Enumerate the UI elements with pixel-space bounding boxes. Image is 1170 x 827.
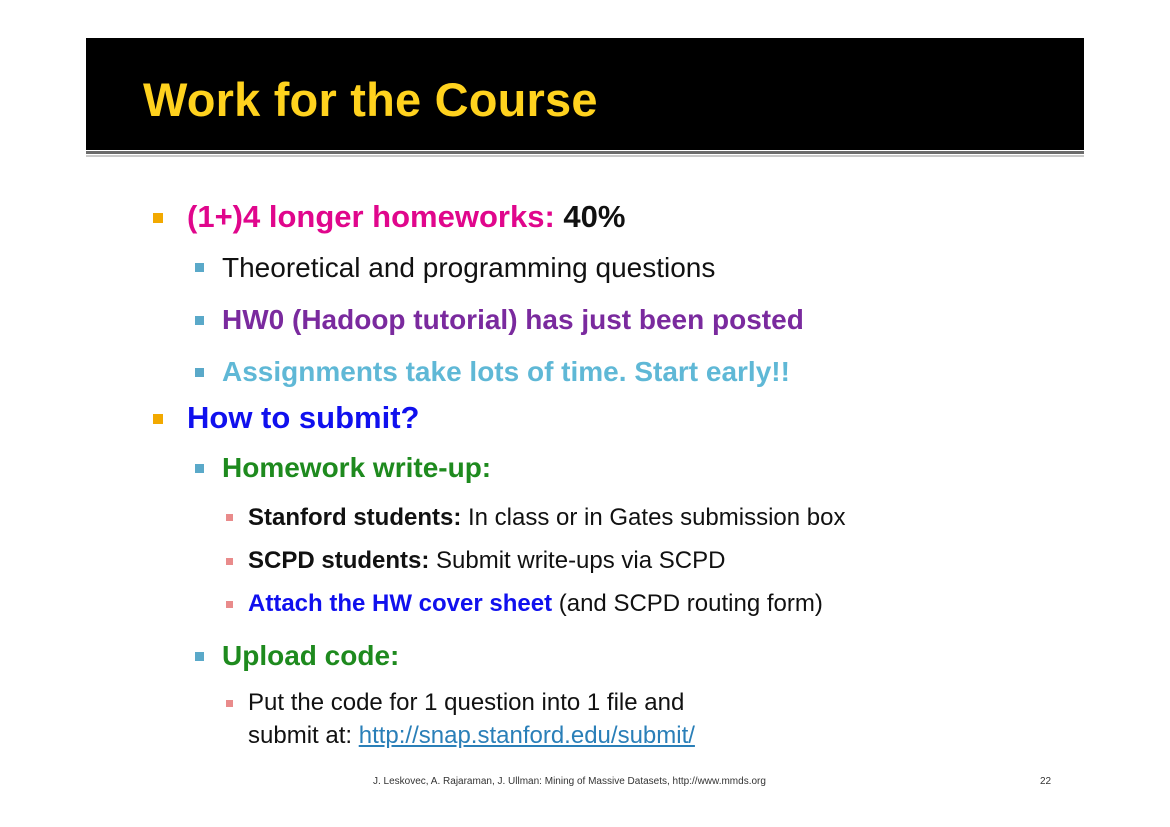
homeworks-label: (1+)4 longer homeworks: — [187, 199, 555, 234]
assignments-item: Assignments take lots of time. Start ear… — [222, 356, 790, 387]
attach-item: Attach the HW cover sheet (and SCPD rout… — [248, 590, 823, 618]
homeworks-weight: 40% — [563, 199, 626, 234]
stanford-item: Stanford students: In class or in Gates … — [248, 504, 846, 532]
homeworks-item: (1+)4 longer homeworks: 40% — [187, 199, 625, 235]
put-code-line1: Put the code for 1 question into 1 file … — [248, 689, 685, 716]
upload-item: Upload code: — [222, 640, 400, 671]
stanford-text: In class or in Gates submission box — [461, 504, 846, 531]
title-rule — [86, 151, 1084, 154]
bullet-square-icon — [226, 700, 233, 707]
attach-label: Attach the HW cover sheet — [248, 590, 553, 617]
bullet-square-icon — [153, 213, 163, 223]
title-rule-light — [86, 155, 1084, 157]
page-number: 22 — [1040, 776, 1052, 787]
bullet-square-icon — [226, 601, 233, 608]
bullet-square-icon — [195, 316, 204, 325]
scpd-item: SCPD students: Submit write-ups via SCPD — [248, 547, 725, 575]
theory-item: Theoretical and programming questions — [222, 252, 716, 283]
scpd-label: SCPD students: — [248, 547, 430, 574]
writeup-item: Homework write-up: — [222, 452, 492, 483]
bullet-square-icon — [153, 414, 163, 424]
slide-title: Work for the Course — [143, 73, 598, 126]
stanford-label: Stanford students: — [248, 504, 462, 531]
submit-heading: How to submit? — [187, 400, 420, 435]
bullet-square-icon — [195, 263, 204, 272]
submit-url-link[interactable]: http://snap.stanford.edu/submit/ — [359, 722, 695, 749]
submit-at-label: submit at: — [248, 722, 359, 749]
hw0-item: HW0 (Hadoop tutorial) has just been post… — [222, 304, 804, 335]
bullet-square-icon — [195, 368, 204, 377]
bullet-square-icon — [226, 514, 233, 521]
bullet-square-icon — [195, 464, 204, 473]
bullet-square-icon — [195, 652, 204, 661]
scpd-text: Submit write-ups via SCPD — [429, 547, 726, 574]
attach-text: (and SCPD routing form) — [552, 590, 823, 617]
footer-citation: J. Leskovec, A. Rajaraman, J. Ullman: Mi… — [373, 776, 766, 787]
put-code-line2: submit at: http://snap.stanford.edu/subm… — [248, 722, 695, 750]
bullet-square-icon — [226, 558, 233, 565]
